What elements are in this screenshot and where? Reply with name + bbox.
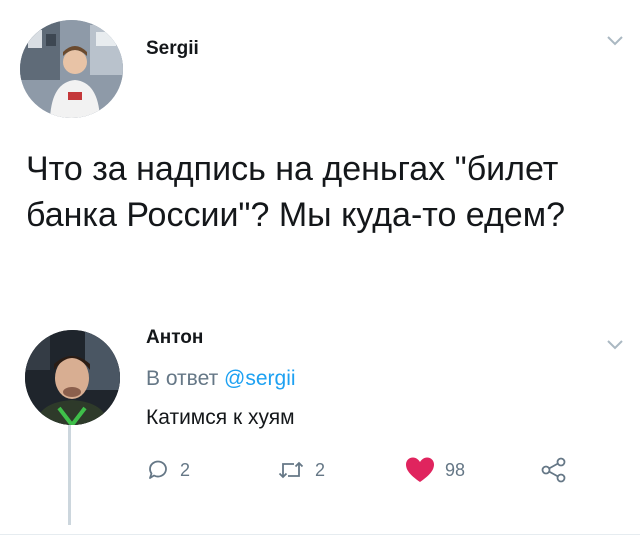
reply-author-name[interactable]: Антон [146,327,203,349]
reply-author-avatar[interactable] [25,330,120,425]
thread-line [68,425,71,525]
reply-count: 2 [180,459,191,480]
share-icon [541,457,566,483]
reply-prefix: В ответ [146,367,225,390]
reply-button[interactable]: 2 [146,455,190,485]
retweet-button[interactable]: 2 [277,455,325,485]
reply-context: В ответ @sergii [146,367,296,391]
reply-text: Катимся к хуям [146,406,295,429]
like-count: 98 [445,459,466,480]
heart-icon [406,457,434,482]
comment-icon [149,460,167,479]
like-button[interactable]: 98 [405,455,465,485]
tweet-text: Что за надпись на деньгах "билет банка Р… [26,150,566,234]
retweet-count: 2 [315,459,326,480]
tweet-author-name[interactable]: Sergii [146,38,199,60]
retweet-icon [278,461,304,479]
chevron-down-icon[interactable] [606,35,624,47]
chevron-down-icon[interactable] [606,339,624,351]
reply-handle-link[interactable]: @sergii [224,367,296,390]
share-button[interactable] [540,455,568,485]
tweet-author-avatar[interactable] [20,20,123,118]
divider [0,534,640,535]
